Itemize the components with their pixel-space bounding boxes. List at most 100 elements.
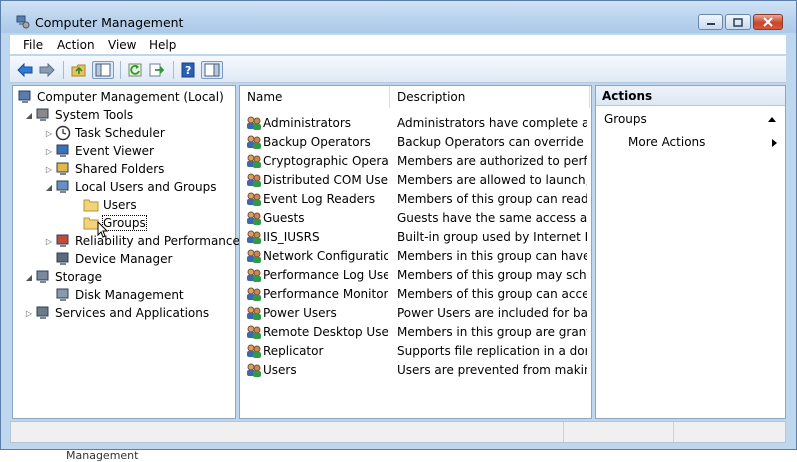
expand-toggle[interactable]: ◢ [23,111,35,120]
expand-toggle[interactable]: ▷ [43,129,55,138]
minimize-button[interactable] [698,14,723,30]
performance-icon [55,233,71,249]
actions-section-groups[interactable]: Groups [596,108,785,130]
group-description: Members of this group may sche... [397,267,587,282]
export-list-button[interactable] [148,61,166,79]
menu-bar: File Action View Help [10,35,786,54]
group-description: Members in this group can have s... [397,248,587,263]
forward-arrow-icon [39,63,55,77]
forward-button[interactable] [38,61,56,79]
tree-item-task-scheduler[interactable]: ▷ Task Scheduler [43,124,165,142]
refresh-icon [128,63,142,77]
menu-action[interactable]: Action [57,38,95,52]
group-icon [246,343,262,359]
maximize-icon [733,17,743,27]
tree-item-label: Disk Management [75,288,184,302]
table-row[interactable]: Power Users Power Users are included for … [240,303,590,322]
tree-item-storage[interactable]: ◢ Storage [23,268,102,286]
table-row[interactable]: Guests Guests have the same access as m..… [240,208,590,227]
console-tree-pane[interactable]: Computer Management (Local) ◢ System Tools… [12,85,240,419]
table-row[interactable]: Distributed COM Users Members are allowed… [240,170,590,189]
users-groups-icon [55,179,71,195]
table-row[interactable]: Performance Monitor ... Members of this g… [240,284,590,303]
close-button[interactable] [753,14,783,30]
more-actions-item[interactable]: More Actions [596,133,785,153]
group-name: Power Users [263,305,337,320]
clock-icon [55,125,71,141]
table-row[interactable]: IIS_IUSRS Built-in group used by Internet… [240,227,590,246]
tree-item-shared-folders[interactable]: ▷ Shared Folders [43,160,164,178]
menu-view[interactable]: View [108,38,136,52]
table-row[interactable]: Event Log Readers Members of this group c… [240,189,590,208]
tree-item-label: Device Manager [75,252,173,266]
table-row[interactable]: Administrators Administrators have comple… [240,113,590,132]
computer-management-icon [16,15,30,29]
show-hide-console-tree-button[interactable] [92,61,114,79]
background-window-text: Management [66,449,139,462]
table-row[interactable]: Users Users are prevented from making ... [240,360,590,379]
status-divider [673,422,675,442]
menu-file[interactable]: File [23,38,43,52]
group-icon [246,362,262,378]
menu-help[interactable]: Help [149,38,176,52]
computer-management-icon [17,89,33,105]
back-button[interactable] [16,61,34,79]
tree-item-label: Task Scheduler [75,126,165,140]
group-name: Guests [263,210,305,225]
show-hide-action-pane-button[interactable] [201,61,223,79]
group-description: Built-in group used by Internet Inf... [397,229,587,244]
collapse-up-icon[interactable] [768,116,776,122]
group-icon [246,134,262,150]
table-row[interactable]: Remote Desktop Users Members in this grou… [240,322,590,341]
show-hide-tree-icon [95,63,111,77]
up-one-level-button[interactable] [70,61,88,79]
group-description: Backup Operators can override se... [397,134,587,149]
results-list-pane[interactable]: Name Description Administrators Administr… [239,85,592,419]
expand-toggle[interactable]: ▷ [43,237,55,246]
disk-icon [55,287,71,303]
table-row[interactable]: Backup Operators Backup Operators can ove… [240,132,590,151]
table-row[interactable]: Replicator Supports file replication in a… [240,341,590,360]
expand-toggle[interactable]: ◢ [43,183,55,192]
system-tools-icon [35,107,51,123]
table-row[interactable]: Cryptographic Operat... Members are autho… [240,151,590,170]
actions-section-label: Groups [604,112,647,126]
group-description: Members of this group can acces... [397,286,587,301]
table-row[interactable]: Network Configuratio... Members in this g… [240,246,590,265]
services-icon [35,305,51,321]
group-name: Replicator [263,343,324,358]
tree-item-system-tools[interactable]: ◢ System Tools [23,106,133,124]
status-bar [10,421,786,443]
close-icon [763,17,773,27]
group-icon [246,267,262,283]
expand-toggle[interactable]: ◢ [23,273,35,282]
tree-item-label: Computer Management (Local) [37,90,224,104]
up-folder-icon [71,64,86,77]
tree-item-device-manager[interactable]: Device Manager [43,250,172,268]
column-header-name[interactable]: Name [240,86,390,108]
more-actions-label: More Actions [628,135,706,149]
expand-toggle[interactable]: ▷ [23,309,35,318]
group-description: Power Users are included for back... [397,305,587,320]
tree-item-event-viewer[interactable]: ▷ Event Viewer [43,142,154,160]
tree-item-services-and-applications[interactable]: ▷ Services and Applications [23,304,209,322]
actions-pane-title: Actions [596,86,785,106]
title-bar[interactable]: Computer Management [1,1,796,33]
table-row[interactable]: Performance Log Users Members of this gro… [240,265,590,284]
group-description: Members of this group can read e... [397,191,587,206]
tree-item-users[interactable]: Users [71,196,137,214]
help-button[interactable]: ? [179,61,197,79]
expand-toggle[interactable]: ▷ [43,165,55,174]
tree-item-local-users-and-groups[interactable]: ◢ Local Users and Groups [43,178,217,196]
toolbar-separator [63,61,64,79]
refresh-button[interactable] [126,61,144,79]
tree-item-computer-management-local[interactable]: Computer Management (Local) [15,88,224,106]
export-list-icon [149,63,165,77]
tree-item-reliability-and-performance[interactable]: ▷ Reliability and Performance [43,232,240,250]
expand-toggle[interactable]: ▷ [43,147,55,156]
help-icon: ? [181,62,195,78]
tree-item-disk-management[interactable]: Disk Management [43,286,184,304]
maximize-button[interactable] [725,14,751,30]
column-header-description[interactable]: Description [390,86,590,108]
toolbar: ? [10,56,786,83]
